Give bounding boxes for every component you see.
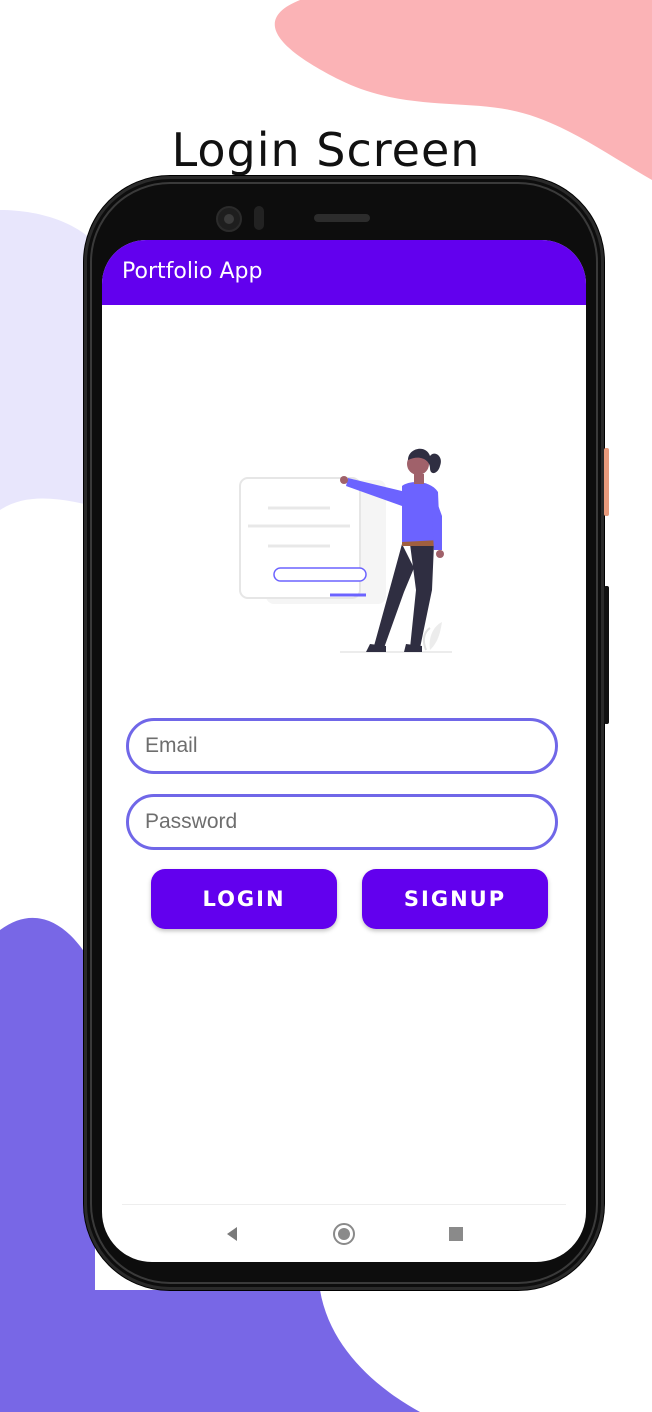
phone-power-button [604, 448, 609, 516]
phone-screen: Portfolio App Email LOGIN SIGNUP [102, 240, 586, 1262]
back-icon[interactable] [218, 1220, 246, 1248]
app-title: Portfolio App [122, 259, 263, 284]
email-input[interactable] [129, 734, 555, 758]
nav-divider [122, 1204, 566, 1205]
app-bar: Portfolio App [102, 240, 586, 305]
recents-icon[interactable] [442, 1220, 470, 1248]
page-title: Login Screen [171, 122, 481, 177]
system-nav-bar [102, 1206, 586, 1262]
earpiece-speaker [314, 214, 370, 222]
password-input[interactable] [129, 810, 555, 834]
proximity-sensor [254, 206, 264, 230]
phone-frame: Portfolio App Email LOGIN SIGNUP [84, 176, 609, 1290]
phone-volume-button [604, 586, 609, 724]
signup-button[interactable]: SIGNUP [362, 869, 548, 929]
home-icon[interactable] [330, 1220, 358, 1248]
login-illustration [239, 448, 452, 653]
login-button[interactable]: LOGIN [151, 869, 337, 929]
password-field[interactable] [126, 794, 558, 850]
email-field[interactable] [126, 718, 558, 774]
front-camera [216, 206, 242, 232]
